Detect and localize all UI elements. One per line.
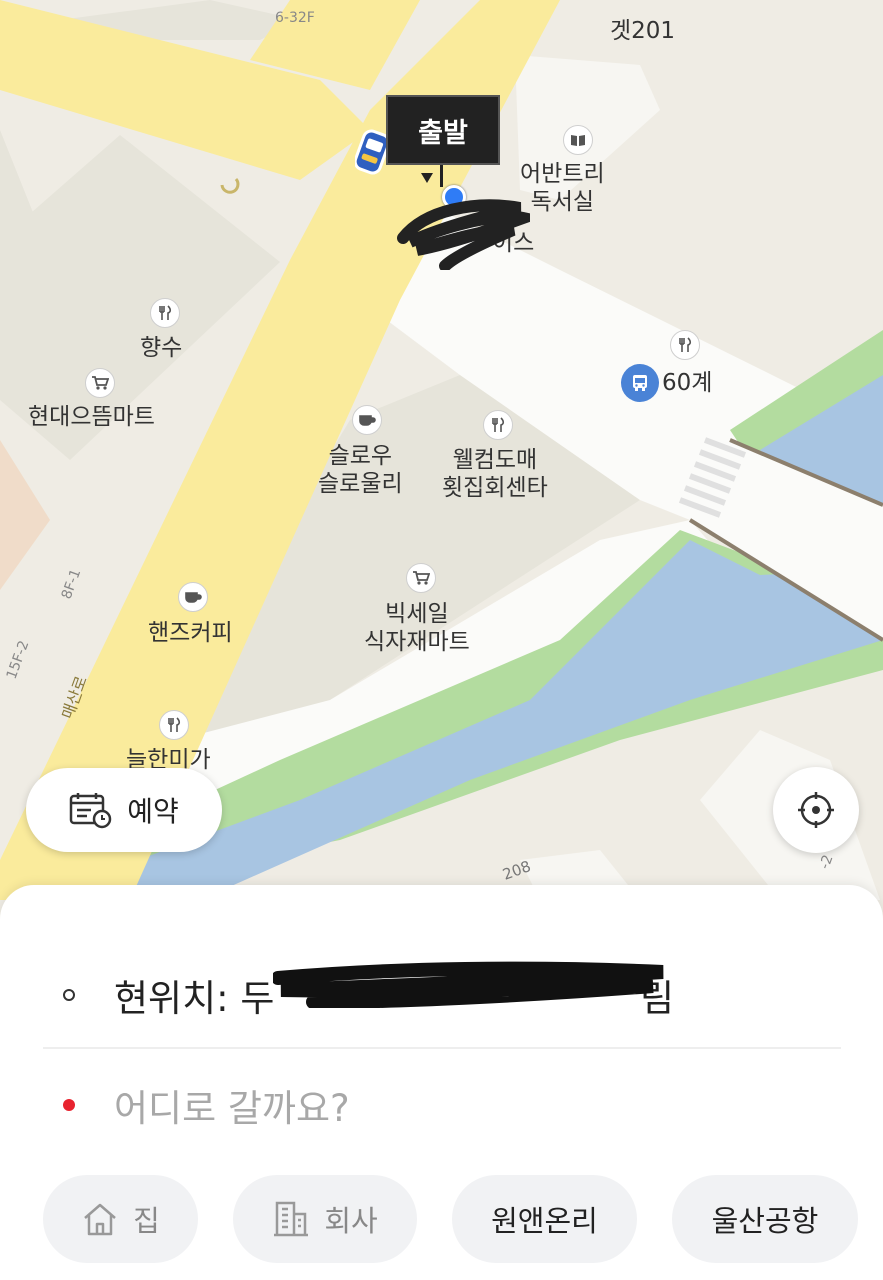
chip-label: 원앤온리 (491, 1204, 598, 1238)
chip-work[interactable]: 회사 (233, 1175, 417, 1263)
direction-arrow-icon (421, 173, 433, 183)
coffee-icon[interactable] (352, 405, 382, 435)
reservation-button-label: 예약 (127, 795, 179, 828)
svg-text:6-32F: 6-32F (275, 10, 315, 26)
poi-label[interactable]: 웰컴도매 횟집회센타 (442, 446, 548, 502)
bottom-sheet: 현위치: 두 림 어디로 갈까요? 집 회사 원앤온리 울산공항 (0, 885, 883, 1280)
poi-label[interactable]: 겟201 (610, 16, 675, 46)
poi-label[interactable]: 어반트리 독서실 (520, 160, 605, 216)
poi-label[interactable]: 60계 (662, 368, 712, 398)
cart-icon[interactable] (85, 368, 115, 398)
building-icon (274, 1201, 309, 1237)
poi-label[interactable]: 빅세일 식자재마트 (364, 600, 470, 656)
calendar-clock-icon (69, 793, 112, 829)
chip-label: 울산공항 (711, 1204, 819, 1238)
crosshair-icon (798, 792, 834, 828)
restaurant-icon[interactable] (670, 330, 700, 360)
poi-label[interactable]: 슬로우 슬로울리 (318, 442, 403, 498)
destination-field[interactable]: 어디로 갈까요? (0, 1065, 883, 1145)
poi-label[interactable]: 향수 (140, 333, 182, 363)
cart-icon[interactable] (406, 563, 436, 593)
map-view[interactable]: 208 매산로 8F-1 15F-2 6-32F -2 겟201 어반트리 독서… (0, 0, 883, 900)
reservation-button[interactable]: 예약 (26, 768, 222, 852)
departure-pin-stem (440, 165, 443, 187)
restaurant-icon[interactable] (150, 298, 180, 328)
redaction-scribble (273, 961, 664, 1008)
destination-placeholder: 어디로 갈까요? (114, 1087, 350, 1130)
my-location-button[interactable] (773, 767, 859, 853)
divider (43, 1047, 841, 1049)
taxi-marker (353, 128, 391, 176)
home-icon (84, 1203, 116, 1236)
poi-label[interactable]: 현대으뜸마트 (28, 402, 155, 432)
book-icon[interactable] (563, 125, 593, 155)
redaction-scribble (397, 199, 530, 270)
chip-label: 회사 (324, 1204, 378, 1238)
chip-label: 집 (133, 1204, 160, 1238)
poi-label[interactable]: 핸즈커피 (148, 618, 233, 648)
chip-favorite-2[interactable]: 울산공항 (672, 1175, 858, 1263)
chip-home[interactable]: 집 (43, 1175, 198, 1263)
restaurant-icon[interactable] (159, 710, 189, 740)
departure-label[interactable]: 출발 (386, 95, 500, 165)
restaurant-icon[interactable] (483, 410, 513, 440)
origin-text: 현위치: 두 (114, 977, 275, 1020)
destination-dot-icon (63, 1099, 75, 1111)
chip-favorite-1[interactable]: 원앤온리 (452, 1175, 637, 1263)
bus-stop-icon[interactable] (621, 364, 659, 402)
origin-dot-icon (63, 989, 75, 1001)
coffee-icon[interactable] (178, 582, 208, 612)
